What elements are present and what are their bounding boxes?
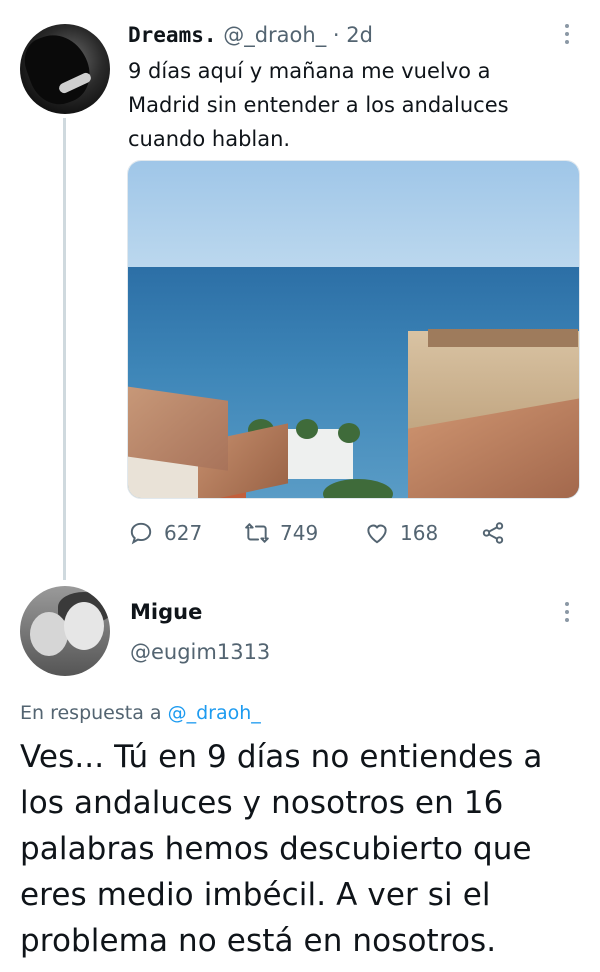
reply-count: 627 — [164, 521, 203, 545]
tweet-photo[interactable] — [127, 160, 580, 499]
heart-icon — [367, 524, 387, 544]
like-count: 168 — [400, 521, 439, 545]
retweet-count: 749 — [280, 521, 319, 545]
separator-dot: · — [332, 23, 340, 47]
share-icon — [482, 522, 504, 544]
thread-line — [63, 118, 66, 580]
tweet-actions: 627 749 168 — [128, 516, 548, 550]
retweet-action[interactable]: 749 — [244, 516, 318, 550]
user-handle[interactable]: @eugim1313 — [130, 638, 270, 666]
more-options-icon[interactable] — [560, 598, 574, 626]
avatar[interactable] — [20, 586, 110, 676]
display-name[interactable]: Dreams. — [128, 23, 217, 47]
retweet-icon — [245, 523, 269, 543]
share-action[interactable] — [480, 516, 516, 550]
reply-action[interactable]: 627 — [128, 516, 202, 550]
more-options-icon[interactable] — [560, 20, 574, 48]
avatar[interactable] — [20, 24, 110, 114]
display-name[interactable]: Migue — [130, 598, 202, 626]
like-action[interactable]: 168 — [364, 516, 438, 550]
reply-text: Ves... Tú en 9 días no entiendes a los a… — [20, 739, 543, 959]
tweet-timestamp[interactable]: 2d — [346, 23, 373, 47]
replying-prefix: En respuesta a — [20, 702, 162, 724]
tweet-header: Dreams. @_draoh_ · 2d — [128, 20, 373, 50]
user-handle[interactable]: @_draoh_ — [223, 23, 326, 47]
original-tweet[interactable]: Dreams. @_draoh_ · 2d 9 días aquí y maña… — [0, 0, 600, 580]
mention-link[interactable]: @_draoh_ — [168, 702, 261, 724]
replying-to: En respuesta a @_draoh_ — [20, 700, 261, 726]
tweet-text: 9 días aquí y mañana me vuelvo a Madrid … — [128, 59, 509, 151]
reply-icon — [130, 522, 152, 545]
